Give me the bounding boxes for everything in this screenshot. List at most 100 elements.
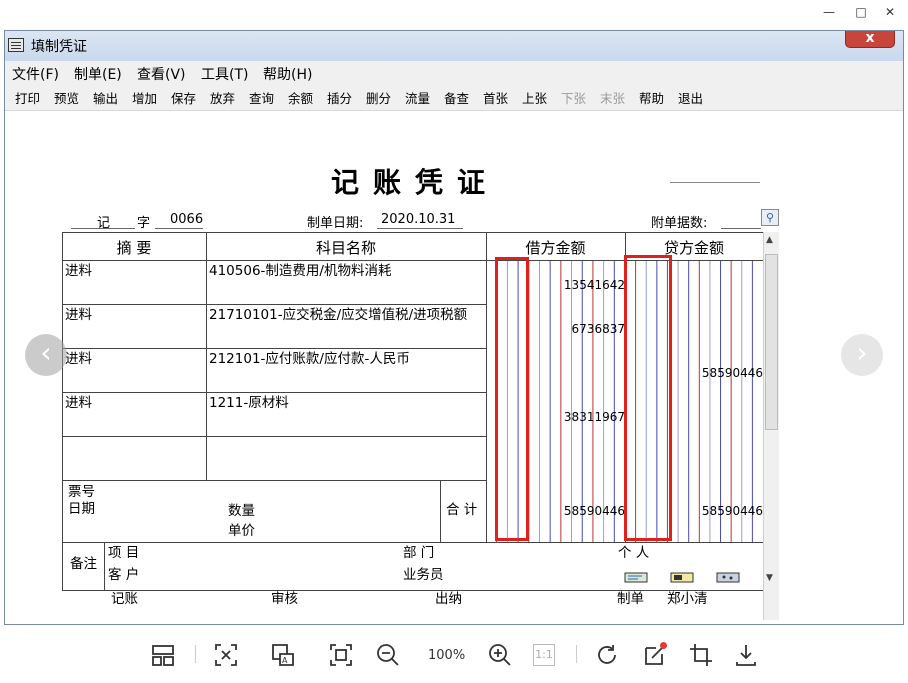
row-3-account[interactable]: 212101-应付账款/应付款-人民币	[209, 351, 483, 368]
toolbar: 打印 预览 输出 增加 保存 放弃 查询 余额 插分 删分 流量 备查 首张 上…	[5, 85, 903, 111]
customer-label: 客 户	[108, 567, 140, 583]
bookkeeper-label: 记账	[111, 591, 138, 607]
menu-help[interactable]: 帮助(H)	[263, 64, 312, 84]
print-button[interactable]: 打印	[11, 88, 44, 108]
remarks-label: 备注	[70, 556, 97, 572]
ocr-icon[interactable]: A	[270, 642, 296, 668]
add-button[interactable]: 增加	[128, 88, 161, 108]
red-highlight-debit	[495, 257, 529, 541]
voucher-window: 填制凭证 x 文件(F) 制单(E) 查看(V) 工具(T) 帮助(H) 打印 …	[4, 30, 904, 625]
app-icon	[8, 38, 24, 52]
prev-button[interactable]: 上张	[518, 88, 551, 108]
last-button[interactable]: 末张	[596, 88, 629, 108]
total-label: 合 计	[446, 502, 478, 518]
discard-button[interactable]: 放弃	[206, 88, 239, 108]
id-card-icon[interactable]	[670, 572, 696, 584]
help-button[interactable]: 帮助	[635, 88, 668, 108]
viewer-minimize-button[interactable]: —	[819, 4, 839, 20]
voucher-date[interactable]: 2020.10.31	[381, 212, 455, 227]
row-1-summary[interactable]: 进料	[65, 263, 92, 280]
date-underline	[377, 228, 463, 229]
zoom-out-icon[interactable]	[375, 642, 401, 668]
preview-button[interactable]: 预览	[50, 88, 83, 108]
viewer-close-button[interactable]: ✕	[880, 4, 900, 20]
attach-label: 附单据数:	[651, 216, 708, 231]
grid-left	[62, 232, 63, 590]
row-4-summary[interactable]: 进料	[65, 395, 92, 412]
red-highlight-credit	[624, 255, 672, 541]
zoom-level: 100%	[428, 648, 466, 663]
scroll-thumb[interactable]	[765, 254, 778, 430]
number-underline	[155, 228, 203, 229]
download-icon[interactable]	[733, 642, 759, 668]
voucher-number[interactable]: 0066	[170, 212, 203, 227]
prev-image-icon[interactable]: ‹	[25, 334, 67, 376]
voucher-zi-label: 字	[137, 216, 151, 231]
card-icon[interactable]	[624, 572, 650, 584]
salesman-label: 业务员	[403, 567, 444, 583]
total-bottom	[62, 542, 763, 543]
row-4-account[interactable]: 1211-原材料	[209, 395, 483, 412]
actual-size-icon[interactable]: 1:1	[533, 644, 555, 666]
ticket-right	[440, 480, 441, 542]
export-button[interactable]: 输出	[89, 88, 122, 108]
viewer-maximize-button[interactable]: □	[851, 4, 871, 20]
header-debit: 借方金额	[525, 239, 586, 257]
viewer-titlebar: — □ ✕	[0, 0, 908, 30]
row-5-bottom	[62, 480, 487, 481]
row-2-bottom	[62, 348, 487, 349]
zoom-in-icon[interactable]	[487, 642, 513, 668]
crop-icon[interactable]	[688, 642, 714, 668]
row-3-summary[interactable]: 进料	[65, 351, 92, 368]
toolbar-divider	[195, 645, 196, 663]
date-label: 制单日期:	[307, 216, 364, 231]
balance-button[interactable]: 余额	[284, 88, 317, 108]
delete-entry-button[interactable]: 删分	[362, 88, 395, 108]
window-titlebar: 填制凭证 x	[5, 31, 903, 61]
type-underline	[71, 228, 135, 229]
vertical-scrollbar[interactable]: ▲ ▼	[763, 232, 779, 620]
row-2-summary[interactable]: 进料	[65, 307, 92, 324]
menu-view[interactable]: 查看(V)	[137, 64, 186, 84]
next-image-icon[interactable]: ›	[841, 334, 883, 376]
row-1-account[interactable]: 410506-制造费用/机物料消耗	[209, 263, 483, 280]
header-account: 科目名称	[315, 239, 376, 257]
menu-voucher[interactable]: 制单(E)	[74, 64, 122, 84]
window-close-button[interactable]: x	[845, 31, 895, 48]
cashflow-button[interactable]: 流量	[401, 88, 434, 108]
remarks-label-right	[104, 542, 105, 590]
footer-date-label: 日期	[68, 501, 95, 517]
cashier-label: 出纳	[435, 591, 462, 607]
edit-badge	[660, 642, 667, 649]
next-button[interactable]: 下张	[557, 88, 590, 108]
fit-screen-icon[interactable]	[213, 642, 239, 668]
reference-button[interactable]: 备查	[440, 88, 473, 108]
save-button[interactable]: 保存	[167, 88, 200, 108]
query-button[interactable]: 查询	[245, 88, 278, 108]
toolbar-divider	[576, 645, 577, 663]
first-button[interactable]: 首张	[479, 88, 512, 108]
row-3-bottom	[62, 392, 487, 393]
scroll-up-icon[interactable]: ▲	[766, 235, 773, 245]
qty-label: 数量	[228, 503, 255, 519]
row-2-account[interactable]: 21710101-应交税金/应交增值税/进项税额	[209, 307, 483, 324]
map-icon[interactable]	[716, 572, 742, 584]
scroll-down-icon[interactable]: ▼	[766, 573, 773, 583]
price-label: 单价	[228, 523, 255, 539]
reviewer-label: 审核	[271, 591, 298, 607]
layout-icon[interactable]	[150, 642, 176, 668]
exit-button[interactable]: 退出	[674, 88, 707, 108]
menu-tools[interactable]: 工具(T)	[201, 64, 248, 84]
remarks-bottom	[62, 590, 763, 591]
grid-top	[62, 232, 763, 233]
row-1-bottom	[62, 304, 487, 305]
rotate-icon[interactable]	[594, 642, 620, 668]
viewer-toolbar: A 100% 1:1	[0, 625, 908, 683]
menu-file[interactable]: 文件(F)	[12, 64, 59, 84]
window-title: 填制凭证	[31, 39, 87, 55]
insert-entry-button[interactable]: 插分	[323, 88, 356, 108]
project-label: 项 目	[108, 545, 140, 561]
preparer-label: 制单	[617, 591, 644, 607]
search-icon[interactable]: ⚲	[761, 209, 779, 226]
fullscreen-icon[interactable]	[328, 642, 354, 668]
